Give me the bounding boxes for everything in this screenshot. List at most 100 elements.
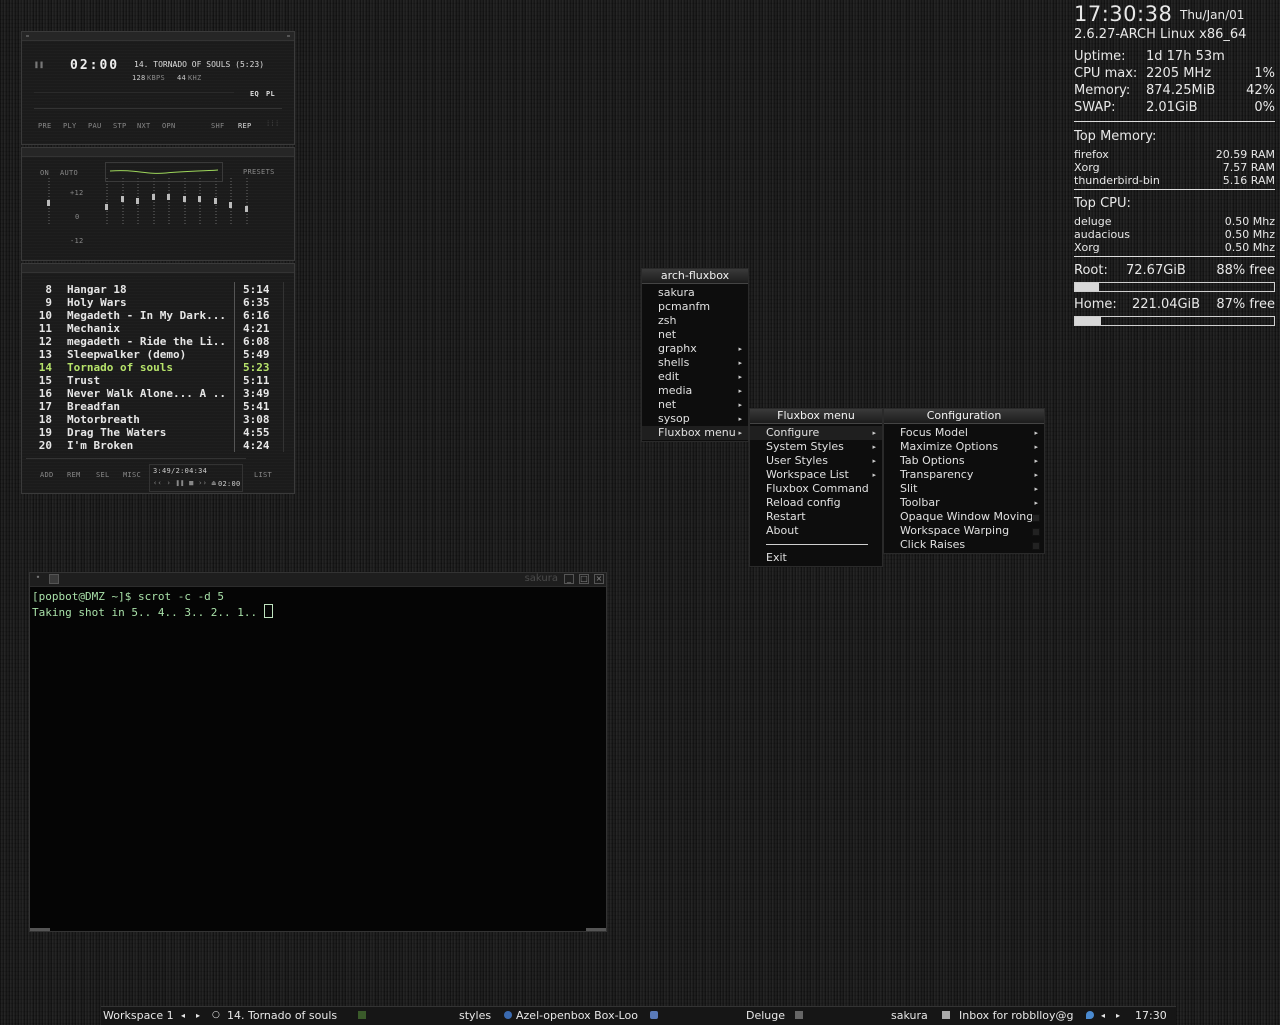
eq-slider-knob[interactable] — [120, 196, 124, 202]
menu-item[interactable]: Workspace Warping — [884, 524, 1044, 538]
checkbox-icon[interactable] — [1032, 514, 1040, 522]
audacious-task-icon[interactable]: ○ — [212, 1010, 220, 1020]
eq-band-slider[interactable] — [167, 178, 170, 224]
root-menu[interactable]: arch-fluxbox sakura pcmanfm zsh net graphx ▸ s… — [641, 268, 749, 442]
task-thunderbird[interactable]: Inbox for robblloy@g — [959, 1009, 1077, 1022]
configuration-menu[interactable]: Configuration Focus Model ▸ Maximize Optio… — [883, 408, 1045, 554]
play-button[interactable]: PLY — [63, 122, 77, 130]
eq-slider-knob[interactable] — [167, 194, 170, 200]
eq-slider-knob[interactable] — [136, 198, 139, 204]
next-workspace-icon[interactable]: ▸ — [196, 1011, 200, 1020]
resize-grip-left[interactable] — [30, 928, 50, 931]
menu-item[interactable]: User Styles ▸ — [750, 454, 882, 468]
eq-auto-button[interactable]: AUTO — [60, 169, 78, 177]
terminal-app-icon[interactable] — [49, 574, 59, 584]
pl-add-button[interactable]: ADD — [40, 471, 54, 479]
playlist-row[interactable]: 20 I'm Broken 4:24 — [22, 439, 296, 452]
eq-slider-knob[interactable] — [182, 196, 186, 202]
configuration-menu-items[interactable]: Focus Model ▸ Maximize Options ▸ Tab Options… — [884, 424, 1044, 553]
eq-band-slider[interactable] — [182, 178, 186, 224]
audacious-main-window[interactable]: ❚❚ 02:00 14. TORNADO OF SOULS (5:23) 128… — [21, 31, 295, 145]
menu-grip-icon[interactable]: ⁞⁞⁞ — [266, 120, 280, 129]
playlist-row[interactable]: 15 Trust 5:11 — [22, 374, 296, 387]
track-title-scroller[interactable]: 14. TORNADO OF SOULS (5:23) — [134, 60, 264, 69]
eq-slider-knob[interactable] — [244, 206, 248, 212]
playlist-row[interactable]: 8 Hangar 18 5:14 — [22, 283, 296, 296]
eq-slider-knob[interactable] — [229, 202, 232, 208]
eq-toggle-button[interactable]: EQ — [250, 90, 259, 98]
next-window-icon[interactable]: ▸ — [1116, 1011, 1120, 1020]
menu-item[interactable]: Toolbar ▸ — [884, 496, 1044, 510]
menu-item[interactable]: Maximize Options ▸ — [884, 440, 1044, 454]
menu-item[interactable]: media ▸ — [642, 384, 748, 398]
playlist-row[interactable]: 14 Tornado of souls 5:23 — [22, 361, 296, 374]
menu-item[interactable]: System Styles ▸ — [750, 440, 882, 454]
menu-item[interactable]: Configure ▸ — [750, 426, 882, 440]
playlist-row[interactable]: 11 Mechanix 4:21 — [22, 322, 296, 335]
playlist-row[interactable]: 16 Never Walk Alone... A ... 3:49 — [22, 387, 296, 400]
menu-item[interactable]: About — [750, 524, 882, 538]
sakura-task-icon[interactable] — [795, 1011, 803, 1019]
open-button[interactable]: OPN — [162, 122, 176, 130]
maximize-icon[interactable]: □ — [579, 574, 589, 584]
eq-slider-knob[interactable] — [198, 196, 201, 202]
playlist-row[interactable]: 19 Drag The Waters 4:55 — [22, 426, 296, 439]
playlist-row[interactable]: 17 Breadfan 5:41 — [22, 400, 296, 413]
prev-workspace-icon[interactable]: ◂ — [181, 1011, 185, 1020]
playlist-row[interactable]: 9 Holy Wars 6:35 — [22, 296, 296, 309]
menu-item[interactable]: Opaque Window Moving — [884, 510, 1044, 524]
close-icon[interactable]: × — [594, 574, 604, 584]
minimize-icon[interactable]: _ — [564, 574, 574, 584]
checkbox-icon[interactable] — [1032, 542, 1040, 550]
menu-item[interactable]: Tab Options ▸ — [884, 454, 1044, 468]
eq-band-slider[interactable] — [229, 178, 232, 224]
menu-item[interactable]: Click Raises — [884, 538, 1044, 552]
menu-item[interactable]: sakura — [642, 286, 748, 300]
seek-bar[interactable] — [34, 108, 282, 109]
repeat-button[interactable]: REP — [238, 122, 252, 130]
pause-button[interactable]: PAU — [88, 122, 102, 130]
pcmanfm-task-icon[interactable] — [358, 1011, 366, 1019]
eq-slider-knob[interactable] — [213, 198, 217, 204]
window-menu-icon[interactable]: • — [33, 574, 43, 584]
eq-preamp-slider[interactable] — [47, 178, 50, 224]
menu-item-exit[interactable]: Exit — [750, 551, 882, 565]
menu-item[interactable]: Fluxbox menu ▸ — [642, 426, 748, 440]
thunderbird-task-icon[interactable] — [942, 1011, 950, 1019]
shuffle-button[interactable]: SHF — [211, 122, 225, 130]
fluxbox-menu[interactable]: Fluxbox menu Configure ▸ System Styles ▸ Use… — [749, 408, 883, 567]
task-deluge[interactable]: Deluge — [746, 1009, 785, 1022]
menu-item[interactable]: zsh — [642, 314, 748, 328]
pl-misc-button[interactable]: MISC — [123, 471, 141, 479]
menu-item[interactable]: net — [642, 328, 748, 342]
equalizer-titlebar[interactable] — [22, 148, 294, 157]
stop-button[interactable]: STP — [113, 122, 127, 130]
task-firefox[interactable]: Azel-openbox Box-Loo — [516, 1009, 638, 1022]
menu-item[interactable]: Reload config — [750, 496, 882, 510]
pl-list-button[interactable]: LIST — [254, 471, 272, 479]
eq-band-slider[interactable] — [105, 178, 108, 224]
eq-band-slider[interactable] — [120, 178, 124, 224]
prev-button[interactable]: PRE — [38, 122, 52, 130]
pl-remove-button[interactable]: REM — [67, 471, 81, 479]
eq-band-slider[interactable] — [213, 178, 217, 224]
menu-item[interactable]: Slit ▸ — [884, 482, 1044, 496]
fluxbox-menu-items[interactable]: Configure ▸ System Styles ▸ User Styles ▸ Work… — [750, 424, 882, 538]
task-audacious[interactable]: 14. Tornado of souls — [227, 1009, 337, 1022]
terminal-window[interactable]: • sakura _ □ × [popbot@DMZ ~]$ scrot -c … — [29, 572, 607, 932]
playback-time[interactable]: 02:00 — [70, 58, 119, 73]
workspace-name[interactable]: Workspace 1 — [103, 1009, 174, 1022]
pl-mini-controls-icon[interactable]: ‹‹ › ❚❚ ■ ›› ⏏ — [153, 479, 216, 487]
menu-item[interactable]: shells ▸ — [642, 356, 748, 370]
eq-band-slider[interactable] — [151, 178, 155, 224]
audacious-playlist-window[interactable]: 8 Hangar 18 5:14 9 Holy Wars 6:35 10 Megadeth -… — [21, 263, 295, 494]
playlist-row[interactable]: 18 Motorbreath 3:08 — [22, 413, 296, 426]
eq-on-button[interactable]: ON — [40, 169, 49, 177]
playlist-row[interactable]: 10 Megadeth - In My Dark... 6:16 — [22, 309, 296, 322]
root-menu-items[interactable]: sakura pcmanfm zsh net graphx ▸ shells ▸ edit ▸ me… — [642, 284, 748, 441]
fluxbox-toolbar[interactable]: Workspace 1 ◂ ▸ ○ 14. Tornado of souls s… — [101, 1006, 1176, 1025]
audacious-titlebar[interactable] — [22, 32, 294, 41]
eq-slider-knob[interactable] — [105, 204, 108, 210]
eq-band-slider[interactable] — [244, 178, 248, 224]
menu-item[interactable]: Transparency ▸ — [884, 468, 1044, 482]
